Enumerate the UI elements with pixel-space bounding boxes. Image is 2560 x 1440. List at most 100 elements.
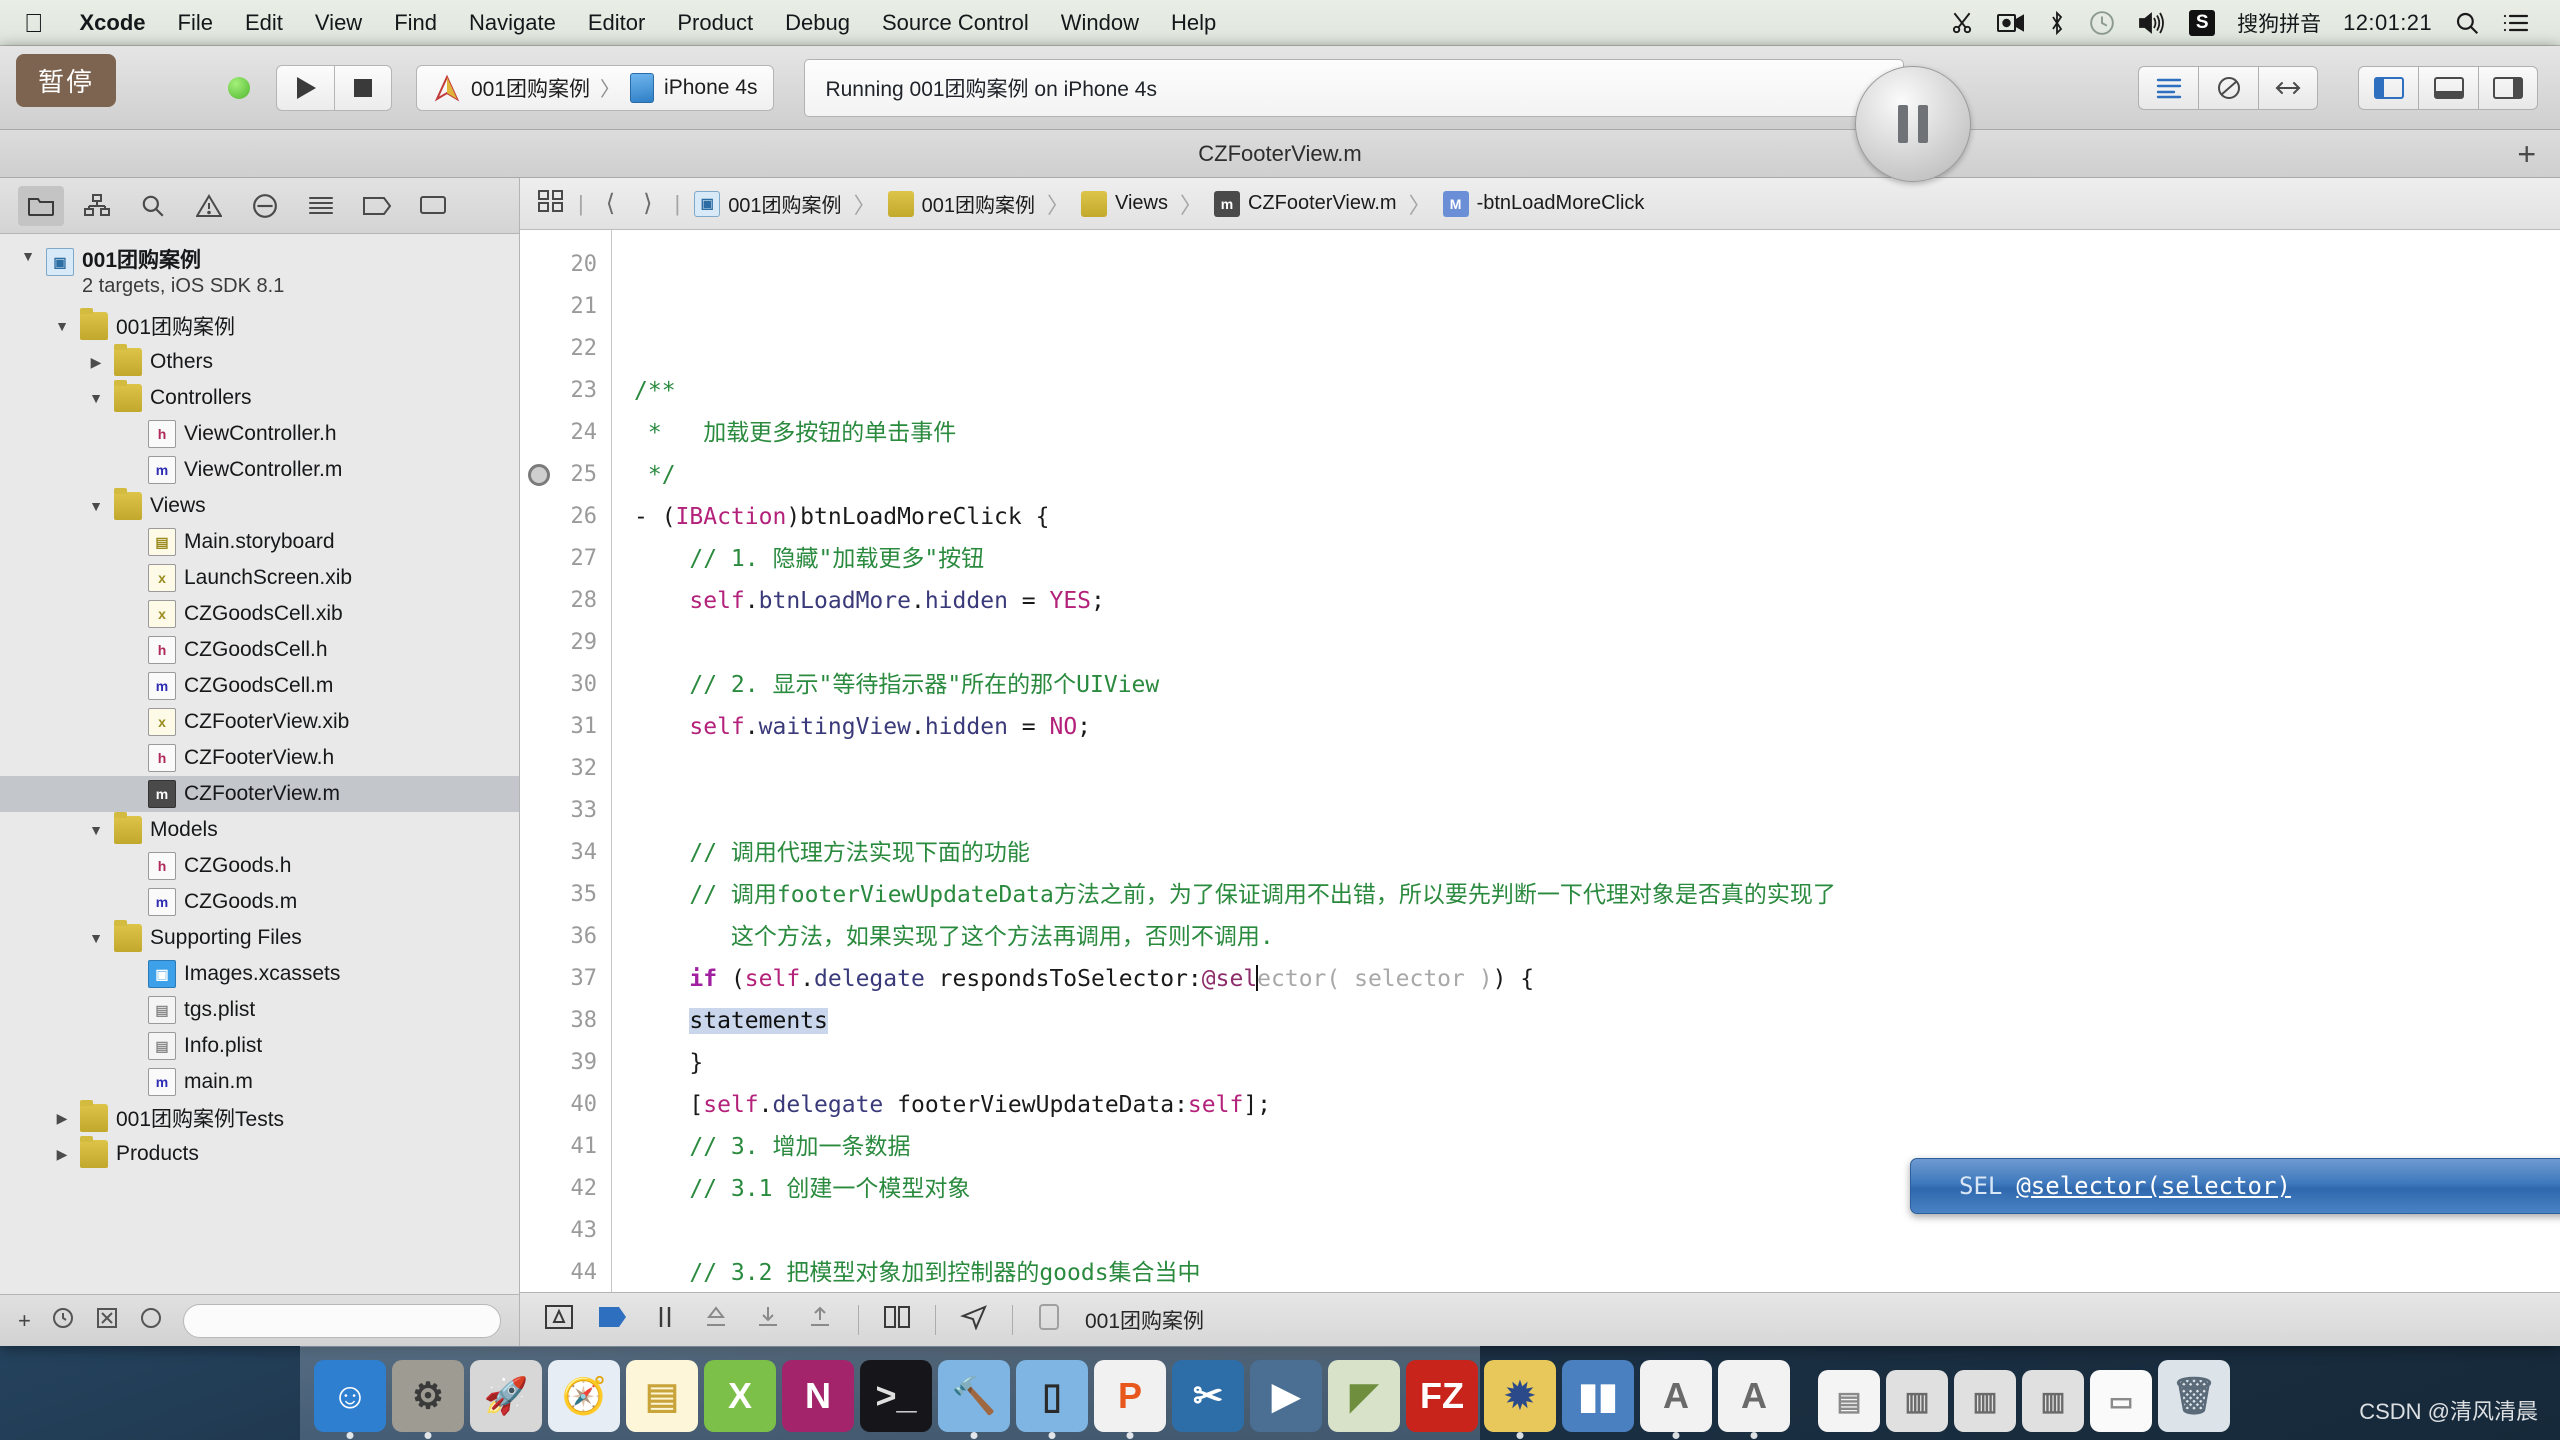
tree-item-CZFooterView.m[interactable]: m CZFooterView.m bbox=[0, 776, 519, 812]
system-preferences-icon[interactable]: ⚙ bbox=[392, 1360, 464, 1432]
breadcrumb-item--btnLoadMoreClick[interactable]: M -btnLoadMoreClick bbox=[1442, 190, 1644, 217]
xcode-alt2-icon[interactable]: A bbox=[1718, 1360, 1790, 1432]
disclosure-closed-icon[interactable] bbox=[52, 1110, 72, 1127]
onenote-icon[interactable]: N bbox=[782, 1360, 854, 1432]
filter-recent-icon[interactable] bbox=[51, 1306, 75, 1336]
debug-navigator-icon[interactable] bbox=[298, 186, 344, 226]
menu-item-find[interactable]: Find bbox=[378, 0, 453, 46]
ime-label[interactable]: 搜狗拼音 bbox=[2237, 8, 2321, 38]
disclosure-open-icon[interactable] bbox=[86, 822, 106, 838]
menu-item-file[interactable]: File bbox=[162, 0, 229, 46]
navigate-back-button[interactable]: ⟨ bbox=[598, 189, 623, 218]
tree-item-ViewController.h[interactable]: h ViewController.h bbox=[0, 416, 519, 452]
filter-sourcecontrol-icon[interactable] bbox=[95, 1306, 119, 1336]
related-items-icon[interactable] bbox=[538, 189, 564, 219]
pause-button-large[interactable] bbox=[1855, 66, 1971, 182]
standard-editor-icon[interactable] bbox=[2138, 65, 2198, 110]
quicktime-icon[interactable]: ▶ bbox=[1250, 1360, 1322, 1432]
show-debug-area-icon[interactable] bbox=[544, 1304, 574, 1336]
menu-item-product[interactable]: Product bbox=[661, 0, 769, 46]
source-code-text[interactable]: /** * 加载更多按钮的单击事件 */ - (IBAction)btnLoad… bbox=[612, 230, 2560, 1292]
pause-icon[interactable] bbox=[652, 1304, 678, 1336]
navigate-forward-button[interactable]: ⟩ bbox=[635, 189, 660, 218]
step-over-icon[interactable] bbox=[702, 1304, 730, 1336]
disclosure-open-icon[interactable] bbox=[86, 930, 106, 946]
tree-item-Info.plist[interactable]: ▤ Info.plist bbox=[0, 1028, 519, 1064]
step-out-icon[interactable] bbox=[806, 1304, 834, 1336]
breakpoint-navigator-icon[interactable] bbox=[354, 186, 400, 226]
symbol-navigator-icon[interactable] bbox=[74, 186, 120, 226]
xcode-alt-icon[interactable]: A bbox=[1640, 1360, 1712, 1432]
menu-item-help[interactable]: Help bbox=[1155, 0, 1232, 46]
disclosure-open-icon[interactable] bbox=[86, 498, 106, 514]
scissors-icon[interactable] bbox=[1949, 10, 1975, 36]
devices-icon[interactable]: ▯ bbox=[1016, 1360, 1088, 1432]
breadcrumb-item-CZFooterView.m[interactable]: m CZFooterView.m bbox=[1213, 190, 1397, 217]
minimized-window-2[interactable]: ▥ bbox=[1954, 1370, 2016, 1432]
menu-item-editor[interactable]: Editor bbox=[572, 0, 661, 46]
tree-item-001团购案例[interactable]: 001团购案例 bbox=[0, 308, 519, 344]
toggle-debug-area-icon[interactable] bbox=[2418, 65, 2478, 110]
breadcrumb-item-001团购案例[interactable]: 001团购案例 bbox=[887, 189, 1035, 218]
menu-item-edit[interactable]: Edit bbox=[229, 0, 299, 46]
add-tab-button[interactable]: + bbox=[2517, 138, 2536, 170]
menu-bar-clock[interactable]: 12:01:21 bbox=[2343, 10, 2432, 36]
navigator-filter-input[interactable] bbox=[182, 1303, 501, 1338]
project-navigator-icon[interactable] bbox=[18, 185, 64, 226]
location-icon[interactable] bbox=[960, 1304, 988, 1336]
disclosure-open-icon[interactable] bbox=[52, 318, 72, 334]
tree-item-Controllers[interactable]: Controllers bbox=[0, 380, 519, 416]
volume-icon[interactable] bbox=[2137, 10, 2167, 36]
disclosure-open-icon[interactable] bbox=[86, 390, 106, 406]
process-device-icon[interactable] bbox=[1037, 1303, 1061, 1337]
code-editor[interactable]: 20 21 22 23 24 25 26 27 28 29 30 31 32 33 34 35 36 37 38 39… bbox=[520, 230, 2560, 1292]
minimized-window-3[interactable]: ▥ bbox=[2022, 1370, 2084, 1432]
bluetooth-icon[interactable] bbox=[2047, 10, 2067, 36]
tree-item-CZGoods.m[interactable]: m CZGoods.m bbox=[0, 884, 519, 920]
minimized-window-4[interactable]: ▭ bbox=[2090, 1370, 2152, 1432]
tree-item-Images.xcassets[interactable]: ▣ Images.xcassets bbox=[0, 956, 519, 992]
menu-item-navigate[interactable]: Navigate bbox=[453, 0, 572, 46]
disclosure-open-icon[interactable] bbox=[18, 248, 38, 264]
tree-item-LaunchScreen.xib[interactable]: x LaunchScreen.xib bbox=[0, 560, 519, 596]
project-file-tree[interactable]: ▣ 001团购案例 2 targets, iOS SDK 8.1 001团购案例 Oth… bbox=[0, 234, 519, 1294]
chart-icon[interactable]: ▮▮ bbox=[1562, 1360, 1634, 1432]
toggle-navigator-icon[interactable] bbox=[2358, 65, 2418, 110]
snipaste-icon[interactable]: ✂ bbox=[1172, 1360, 1244, 1432]
step-flag-icon[interactable] bbox=[598, 1305, 628, 1335]
breakpoint-indicator[interactable] bbox=[528, 464, 550, 486]
search-navigator-icon[interactable] bbox=[130, 186, 176, 226]
run-button[interactable] bbox=[276, 64, 334, 111]
notes-icon[interactable]: ▤ bbox=[626, 1360, 698, 1432]
launchpad-icon[interactable]: 🚀 bbox=[470, 1360, 542, 1432]
breadcrumb-item-Views[interactable]: Views bbox=[1080, 190, 1168, 217]
tree-item-Supporting Files[interactable]: Supporting Files bbox=[0, 920, 519, 956]
scheme-selector[interactable]: 001团购案例 〉 iPhone 4s bbox=[416, 64, 775, 111]
sogou-ime-badge[interactable]: S bbox=[2189, 9, 2216, 36]
menu-item-window[interactable]: Window bbox=[1045, 0, 1155, 46]
tree-item-ViewController.m[interactable]: m ViewController.m bbox=[0, 452, 519, 488]
tree-item-Products[interactable]: Products bbox=[0, 1136, 519, 1172]
safari-icon[interactable]: 🧭 bbox=[548, 1360, 620, 1432]
xcode-icon[interactable]: X bbox=[704, 1360, 776, 1432]
assistant-editor-icon[interactable] bbox=[2198, 65, 2258, 110]
menu-item-view[interactable]: View bbox=[299, 0, 378, 46]
tree-item-Others[interactable]: Others bbox=[0, 344, 519, 380]
tree-item-CZGoodsCell.xib[interactable]: x CZGoodsCell.xib bbox=[0, 596, 519, 632]
disclosure-closed-icon[interactable] bbox=[86, 354, 106, 371]
tree-item-CZFooterView.xib[interactable]: x CZFooterView.xib bbox=[0, 704, 519, 740]
autocomplete-popup[interactable]: SEL @selector(selector) bbox=[1910, 1158, 2560, 1214]
screen-record-icon[interactable] bbox=[1997, 12, 2025, 34]
debug-process-label[interactable]: 001团购案例 bbox=[1085, 1305, 1204, 1335]
apple-menu-icon[interactable]:  bbox=[14, 0, 64, 46]
tree-item-Views[interactable]: Views bbox=[0, 488, 519, 524]
report-navigator-icon[interactable] bbox=[410, 186, 456, 226]
minimized-window-1[interactable]: ▥ bbox=[1886, 1370, 1948, 1432]
disclosure-closed-icon[interactable] bbox=[52, 1146, 72, 1163]
editor-tab-title[interactable]: CZFooterView.m bbox=[1198, 141, 1361, 167]
utility-icon[interactable]: ✹ bbox=[1484, 1360, 1556, 1432]
spotlight-search-icon[interactable] bbox=[2454, 10, 2480, 36]
step-into-icon[interactable] bbox=[754, 1304, 782, 1336]
menu-item-debug[interactable]: Debug bbox=[769, 0, 866, 46]
tree-item-CZFooterView.h[interactable]: h CZFooterView.h bbox=[0, 740, 519, 776]
